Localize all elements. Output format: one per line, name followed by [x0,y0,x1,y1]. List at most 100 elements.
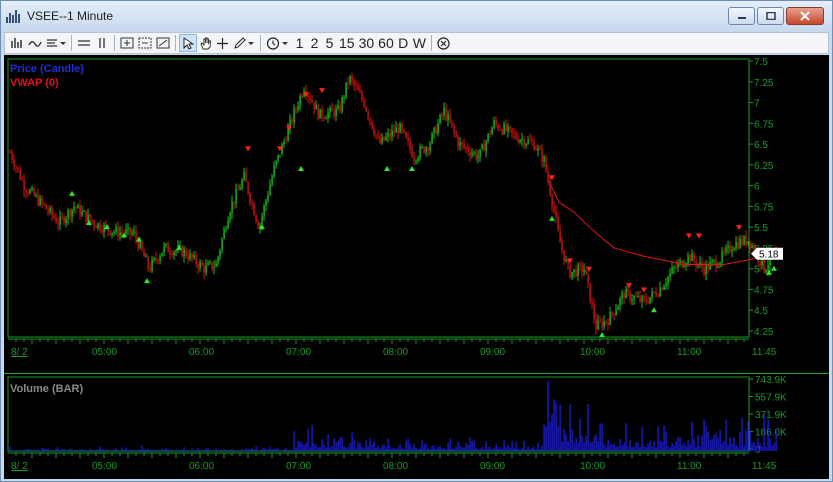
volume-x-tick-label: 08:00 [383,461,408,472]
candle-body [601,321,603,328]
volume-bar [455,446,457,451]
candle-body [191,253,193,258]
pointer-tool-button[interactable] [179,34,197,52]
sell-signal-arrow [686,233,692,239]
interval-button-60[interactable]: 60 [376,34,396,52]
volume-bar [597,440,599,451]
candle-body [431,133,433,144]
candle-body [523,138,525,146]
candle-body [343,97,345,99]
interval-button-w[interactable]: W [411,34,428,52]
pan-tool-button[interactable] [197,34,214,52]
candle-body [47,209,49,212]
candle-body [67,210,69,219]
buy-signal-arrow [298,166,304,171]
candle-body [451,122,453,126]
volume-bar [189,450,191,451]
volume-bar [163,449,165,451]
volume-bar [725,419,727,451]
volume-bar [389,446,391,451]
draw-tool-button[interactable] [231,34,257,52]
volume-x-tick-label: 07:00 [286,461,311,472]
volume-bar [27,448,29,451]
candle-body [649,297,651,303]
volume-bar [143,448,145,451]
vertical-line-button[interactable] [93,34,111,52]
horizontal-line-button[interactable] [75,34,93,52]
candle-body [277,154,279,161]
minimize-button[interactable] [728,7,755,25]
candle-body [383,136,385,141]
volume-bar [131,449,133,451]
candle-body [399,123,401,133]
volume-bar [673,445,675,451]
line-style-button[interactable] [26,34,44,52]
maximize-button[interactable] [757,7,784,25]
volume-bar [35,450,37,451]
candle-body [559,230,561,243]
window-title: VSEE--1 Minute [27,9,114,23]
stop-button[interactable] [435,34,452,52]
volume-bar [709,440,711,451]
volume-bar [273,448,275,451]
chart-type-button[interactable] [8,34,26,52]
interval-button-30[interactable]: 30 [357,34,377,52]
volume-bar [59,450,61,451]
interval-button-2[interactable]: 2 [307,34,322,52]
close-button[interactable] [786,7,824,25]
volume-bar [29,449,31,451]
candle-body [405,132,407,138]
clock-icon [266,36,288,50]
candle-body [253,203,255,216]
interval-button-d[interactable]: D [396,34,411,52]
candle-body [583,269,585,273]
price-panel[interactable]: 7.57.2576.756.56.2565.755.55.2554.754.54… [4,55,829,373]
volume-bar [585,436,587,451]
volume-bar [215,448,217,451]
interval-button-1[interactable]: 1 [292,34,307,52]
buy-signal-arrow [384,166,390,171]
candle-body [301,95,303,97]
volume-bar [569,404,571,451]
zoom-in-button[interactable] [118,34,136,52]
candle-body [703,267,705,275]
crosshair-tool-button[interactable] [214,34,231,52]
bar-chart-icon [11,38,22,48]
chart-window: VSEE--1 Minute 1 2 5 15 30 60 D W 7.5 7.… [0,0,833,482]
price-candles [9,72,777,335]
volume-plot-frame [7,376,750,452]
volume-y-tick-label: 371.9K [755,410,787,421]
candle-body [625,288,627,299]
candle-body [541,149,543,162]
volume-panel[interactable]: 743.9K557.9K371.9K186.0K005:0006:0007:00… [4,373,829,479]
fit-icon [156,37,170,49]
interval-clock-button[interactable] [264,34,292,52]
volume-bar [37,448,39,451]
candle-body [493,120,495,128]
volume-bar [743,445,745,451]
volume-bar [133,450,135,451]
volume-bar [153,449,155,451]
chart-area[interactable]: 7.57.2576.756.56.2565.755.55.2554.754.54… [4,55,829,479]
candle-body [99,223,101,231]
candle-body [151,259,153,271]
volume-bar [33,449,35,451]
candle-body [15,166,17,168]
interval-button-5[interactable]: 5 [322,34,337,52]
candle-body [741,238,743,245]
candle-body [135,230,137,240]
candle-body [413,157,415,161]
volume-bar [45,448,47,451]
zoom-out-button[interactable] [136,34,154,52]
horizontal-lines-icon [78,40,90,46]
candle-body [425,147,427,153]
volume-bar [179,450,181,451]
indicator-dropdown-button[interactable] [44,34,68,52]
volume-bar [319,446,321,451]
interval-button-15[interactable]: 15 [337,34,357,52]
candle-body [363,99,365,107]
candle-body [527,139,529,144]
candle-body [699,262,701,264]
volume-bar [423,444,425,451]
fit-chart-button[interactable] [154,34,172,52]
